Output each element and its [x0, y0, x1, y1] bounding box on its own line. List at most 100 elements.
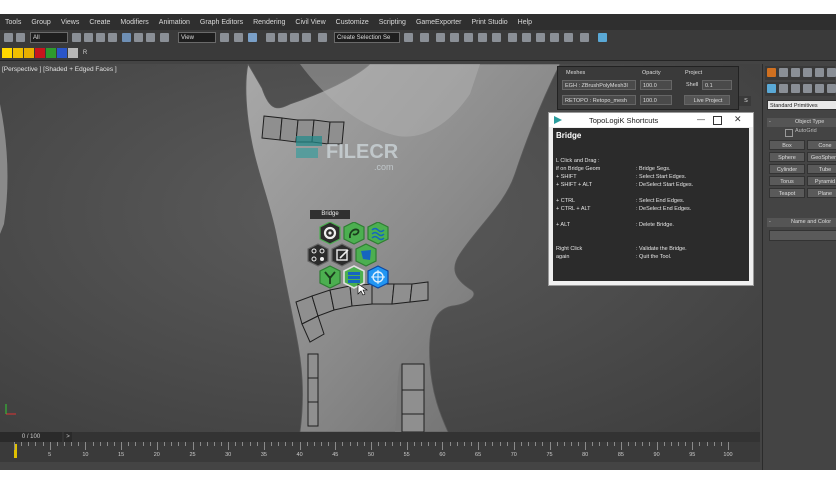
window-crossing-icon[interactable] — [108, 33, 117, 42]
modify-tab-icon[interactable] — [779, 68, 788, 77]
vertices-icon[interactable] — [307, 243, 329, 267]
menu-item-gameexporter[interactable]: GameExporter — [411, 19, 467, 26]
swatch-yellow-2[interactable] — [13, 48, 23, 58]
menu-item-civil-view[interactable]: Civil View — [290, 19, 330, 26]
scale-icon[interactable] — [146, 33, 155, 42]
object-name-field[interactable] — [769, 230, 836, 241]
plane-button[interactable]: Plane — [807, 188, 836, 198]
mirror-icon[interactable] — [404, 33, 413, 42]
material-editor-icon[interactable] — [492, 33, 501, 42]
spinner-snap-icon[interactable] — [302, 33, 311, 42]
keyboard-shortcut-icon[interactable] — [248, 33, 257, 42]
placement-icon[interactable] — [160, 33, 169, 42]
angle-snap-icon[interactable] — [278, 33, 287, 42]
menu-item-customize[interactable]: Customize — [331, 19, 374, 26]
swatch-red[interactable] — [35, 48, 45, 58]
render-cloud-icon[interactable] — [564, 33, 573, 42]
lasso-icon[interactable] — [343, 222, 365, 245]
shapes-icon[interactable] — [779, 84, 788, 93]
select-by-name-icon[interactable] — [84, 33, 93, 42]
motion-tab-icon[interactable] — [803, 68, 812, 77]
menu-item-graph-editors[interactable]: Graph Editors — [195, 19, 248, 26]
a360-icon[interactable] — [580, 33, 589, 42]
curve-editor-icon[interactable] — [464, 33, 473, 42]
menu-item-group[interactable]: Group — [26, 19, 55, 26]
menu-item-rendering[interactable]: Rendering — [248, 19, 290, 26]
swatch-green[interactable] — [46, 48, 56, 58]
object-type-rollout[interactable]: - Object Type — [767, 118, 836, 127]
tube-button[interactable]: Tube — [807, 164, 836, 174]
wave-icon[interactable] — [367, 222, 389, 245]
swatch-gold[interactable] — [24, 48, 34, 58]
maximize-icon[interactable] — [713, 116, 722, 125]
swatch-blue[interactable] — [57, 48, 67, 58]
render-setup-icon[interactable] — [508, 33, 517, 42]
patch-icon[interactable] — [355, 243, 377, 267]
create-tab-icon[interactable] — [767, 68, 776, 77]
align-icon[interactable] — [420, 33, 429, 42]
relax-icon[interactable] — [367, 265, 389, 289]
edit-icon[interactable] — [331, 243, 353, 267]
pyramid-button[interactable]: Pyramid — [807, 176, 836, 186]
viewport-label[interactable]: [Perspective ] [Shaded + Edged Faces ] — [2, 66, 117, 73]
menu-item-scripting[interactable]: Scripting — [374, 19, 411, 26]
edit-named-sel-icon[interactable] — [318, 33, 327, 42]
select-object-icon[interactable] — [72, 33, 81, 42]
geometry-icon[interactable] — [767, 84, 776, 93]
rect-region-icon[interactable] — [96, 33, 105, 42]
torus-button[interactable]: Torus — [769, 176, 805, 186]
live-project-button[interactable]: Live Project — [684, 95, 730, 105]
autogrid-checkbox[interactable] — [785, 129, 793, 137]
hierarchy-tab-icon[interactable] — [791, 68, 800, 77]
teapot-button[interactable]: Teapot — [769, 188, 805, 198]
menu-item-create[interactable]: Create — [84, 19, 115, 26]
sphere-button[interactable]: Sphere — [769, 152, 805, 162]
lights-icon[interactable] — [791, 84, 800, 93]
reference-coord-dropdown[interactable]: View — [178, 32, 216, 43]
named-selection-dropdown[interactable]: Create Selection Se — [334, 32, 400, 43]
cylinder-button[interactable]: Cylinder — [769, 164, 805, 174]
graphite-icon[interactable] — [450, 33, 459, 42]
cameras-icon[interactable] — [803, 84, 812, 93]
next-frame-arrow[interactable]: > — [64, 432, 72, 442]
timeline-track[interactable]: 5 10 15 20 25 30 35 40 45 50 55 60 65 70 75 80 85 90 95 100 — [0, 442, 760, 462]
helpers-icon[interactable] — [815, 84, 824, 93]
pivot-icon[interactable] — [220, 33, 229, 42]
branch-icon[interactable] — [319, 265, 341, 289]
undo-icon[interactable] — [4, 33, 13, 42]
category-dropdown[interactable]: Standard Primitives — [767, 100, 836, 110]
gear-icon[interactable] — [319, 222, 341, 245]
schematic-icon[interactable] — [478, 33, 487, 42]
render-iterative-icon[interactable] — [550, 33, 559, 42]
s-button[interactable]: S — [739, 96, 751, 106]
name-color-rollout[interactable]: - Name and Color — [767, 218, 836, 227]
menu-item-help[interactable]: Help — [513, 19, 537, 26]
selection-filter-dropdown[interactable]: All — [30, 32, 68, 43]
redo-icon[interactable] — [16, 33, 25, 42]
rendered-frame-icon[interactable] — [522, 33, 531, 42]
move-icon[interactable] — [122, 33, 131, 42]
spacewarps-icon[interactable] — [827, 84, 836, 93]
shell-spinner[interactable]: 0.1 — [702, 80, 732, 90]
swatch-yellow[interactable] — [2, 48, 12, 58]
swatch-gray[interactable] — [68, 48, 78, 58]
menu-item-views[interactable]: Views — [56, 19, 85, 26]
utilities-tab-icon[interactable] — [827, 68, 836, 77]
menu-item-animation[interactable]: Animation — [154, 19, 195, 26]
display-tab-icon[interactable] — [815, 68, 824, 77]
opacity2-spinner[interactable]: 100.0 — [640, 95, 672, 105]
menu-item-modifiers[interactable]: Modifiers — [115, 19, 153, 26]
minimize-icon[interactable]: — — [697, 115, 705, 124]
opacity1-spinner[interactable]: 100.0 — [640, 80, 672, 90]
snap-3d-icon[interactable] — [266, 33, 275, 42]
percent-snap-icon[interactable] — [290, 33, 299, 42]
close-icon[interactable]: ✕ — [734, 114, 742, 125]
rotate-icon[interactable] — [134, 33, 143, 42]
geosphere-button[interactable]: GeoSphere — [807, 152, 836, 162]
bridge-icon[interactable] — [343, 265, 365, 289]
select-manipulate-icon[interactable] — [234, 33, 243, 42]
frame-counter[interactable]: 0 / 100 — [0, 432, 62, 442]
menu-item-tools[interactable]: Tools — [0, 19, 26, 26]
swatch-reset[interactable]: R — [80, 48, 90, 58]
box-button[interactable]: Box — [769, 140, 805, 150]
